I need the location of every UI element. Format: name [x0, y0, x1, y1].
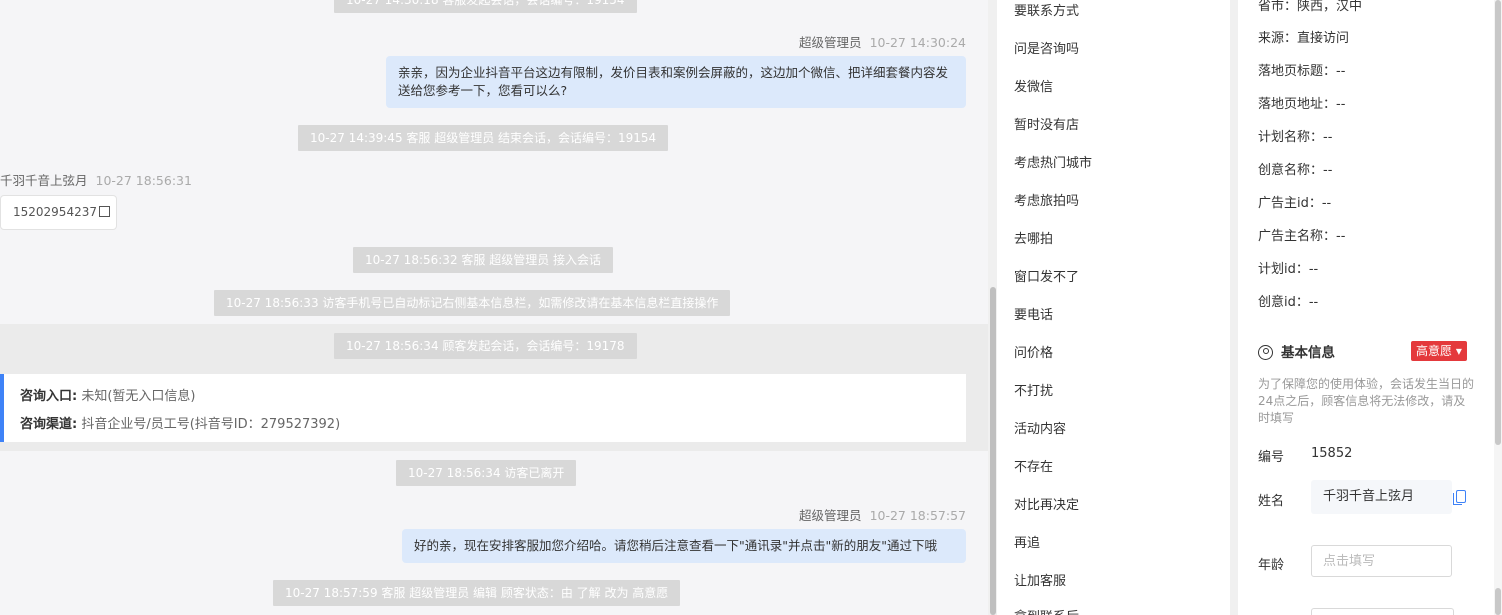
panel-divider: [1230, 0, 1238, 615]
basic-info-heading: 基本信息: [1258, 341, 1335, 361]
age-input[interactable]: [1311, 545, 1452, 577]
name-field[interactable]: 千羽千音上弦月: [1311, 480, 1452, 514]
consult-entry-row: 咨询入口: 未知(暂无入口信息): [20, 385, 196, 404]
quick-reply-item[interactable]: 对比再决定: [1014, 494, 1079, 513]
info-scrollbar-thumb[interactable]: [1495, 0, 1501, 445]
source-row: 来源：直接访问: [1258, 31, 1350, 46]
message-time: 10-27 18:56:31: [95, 173, 192, 188]
quick-reply-item[interactable]: 要联系方式: [1014, 0, 1079, 19]
quick-reply-item[interactable]: 不打扰: [1014, 380, 1053, 399]
landing-title-row: 落地页标题：--: [1258, 64, 1346, 79]
page-scrollbar-thumb[interactable]: [1495, 588, 1501, 615]
sender-name: 超级管理员: [799, 508, 862, 523]
copy-icon[interactable]: [98, 206, 110, 217]
quick-reply-item[interactable]: 去哪拍: [1014, 228, 1053, 247]
consult-channel-row: 咨询渠道: 抖音企业号/员工号(抖音号ID：279527392): [20, 413, 340, 432]
phone-number: 15202954237: [13, 205, 97, 219]
quick-reply-item[interactable]: 问价格: [1014, 342, 1053, 361]
quick-reply-item[interactable]: 再追: [1014, 532, 1040, 551]
copy-icon[interactable]: [1453, 490, 1466, 505]
creative-id-row: 创意id：--: [1258, 295, 1319, 310]
quick-reply-item[interactable]: 发微信: [1014, 76, 1053, 95]
channel-label: 咨询渠道:: [20, 417, 78, 432]
status-badge[interactable]: 高意愿 ▾: [1411, 341, 1467, 361]
agent-message-bubble: 好的亲，现在安排客服加您介绍哈。请您稍后注意查看一下"通讯录"并点击"新的朋友"…: [402, 529, 966, 563]
system-message: 10-27 14:39:45 客服 超级管理员 结束会话，会话编号：19154: [298, 125, 669, 151]
system-message: 10-27 18:56:34 顾客发起会话，会话编号：19178: [334, 333, 637, 359]
quick-reply-item[interactable]: 考虑旅拍吗: [1014, 190, 1079, 209]
system-message: 10-27 18:56:34 访客已离开: [396, 460, 577, 486]
quick-reply-item[interactable]: 活动内容: [1014, 418, 1066, 437]
quick-reply-item[interactable]: 拿到联系后: [1014, 606, 1079, 615]
next-field-input[interactable]: [1311, 608, 1454, 615]
message-meta: 超级管理员 10-27 14:30:24: [799, 32, 966, 51]
plan-id-row: 计划id：--: [1258, 262, 1319, 277]
quick-reply-item[interactable]: 不存在: [1014, 456, 1053, 475]
quick-reply-item[interactable]: 暂时没有店: [1014, 114, 1079, 133]
age-label: 年龄: [1258, 558, 1285, 573]
system-message: 10-27 14:30:18 客服发起会话，会话编号：19154: [334, 0, 637, 13]
chat-panel: 10-27 14:30:18 客服发起会话，会话编号：19154 超级管理员 10…: [0, 0, 988, 615]
sender-name: 超级管理员: [799, 35, 862, 50]
name-label: 姓名: [1258, 494, 1285, 509]
entry-label: 咨询入口:: [20, 389, 78, 404]
chat-scrollbar-thumb[interactable]: [990, 287, 996, 615]
id-value: 15852: [1311, 446, 1353, 461]
entry-value: 未知(暂无入口信息): [81, 389, 196, 404]
consult-entry-card: 咨询入口: 未知(暂无入口信息) 咨询渠道: 抖音企业号/员工号(抖音号ID：2…: [0, 374, 966, 442]
quick-reply-item[interactable]: 要电话: [1014, 304, 1053, 323]
quick-reply-item[interactable]: 考虑热门城市: [1014, 152, 1092, 171]
quick-reply-list: 要联系方式 问是咨询吗 发微信 暂时没有店 考虑热门城市 考虑旅拍吗 去哪拍 窗…: [998, 0, 1230, 615]
visitor-meta: 千羽千音上弦月 10-27 18:56:31: [0, 170, 192, 189]
plan-name-row: 计划名称：--: [1258, 130, 1333, 145]
message-time: 10-27 18:57:57: [869, 508, 966, 523]
visitor-phone-message: 15202954237: [0, 195, 117, 230]
customer-info-panel: 省市：陕西，汉中 来源：直接访问 落地页标题：-- 落地页地址：-- 计划名称：…: [1238, 0, 1494, 615]
id-label: 编号: [1258, 450, 1285, 465]
visitor-name: 千羽千音上弦月: [0, 173, 88, 188]
system-message: 10-27 18:56:32 客服 超级管理员 接入会话: [353, 247, 614, 273]
quick-reply-item[interactable]: 问是咨询吗: [1014, 38, 1079, 57]
creative-name-row: 创意名称：--: [1258, 163, 1333, 178]
system-message: 10-27 18:56:33 访客手机号已自动标记右侧基本信息栏，如需修改请在基…: [214, 290, 731, 316]
basic-info-title: 基本信息: [1281, 345, 1335, 361]
system-message: 10-27 18:57:59 客服 超级管理员 编辑 顾客状态：由 了解 改为 …: [273, 580, 681, 606]
message-time: 10-27 14:30:24: [869, 35, 966, 50]
quick-reply-item[interactable]: 窗口发不了: [1014, 266, 1079, 285]
region-row: 省市：陕西，汉中: [1258, 0, 1363, 14]
message-meta: 超级管理员 10-27 18:57:57: [799, 505, 966, 524]
user-circle-icon: [1258, 345, 1273, 360]
channel-value: 抖音企业号/员工号(抖音号ID：279527392): [81, 417, 341, 432]
advertiser-name-row: 广告主名称：--: [1258, 229, 1346, 244]
quick-reply-item[interactable]: 让加客服: [1014, 570, 1066, 589]
landing-url-row: 落地页地址：--: [1258, 97, 1346, 112]
advertiser-id-row: 广告主id：--: [1258, 196, 1332, 211]
agent-message-bubble: 亲亲，因为企业抖音平台这边有限制，发价目表和案例会屏蔽的，这边加个微信、把详细套…: [386, 56, 966, 108]
edit-notice: 为了保障您的使用体验，会话发生当日的24点之后，顾客信息将无法修改，请及时填写: [1258, 377, 1475, 425]
